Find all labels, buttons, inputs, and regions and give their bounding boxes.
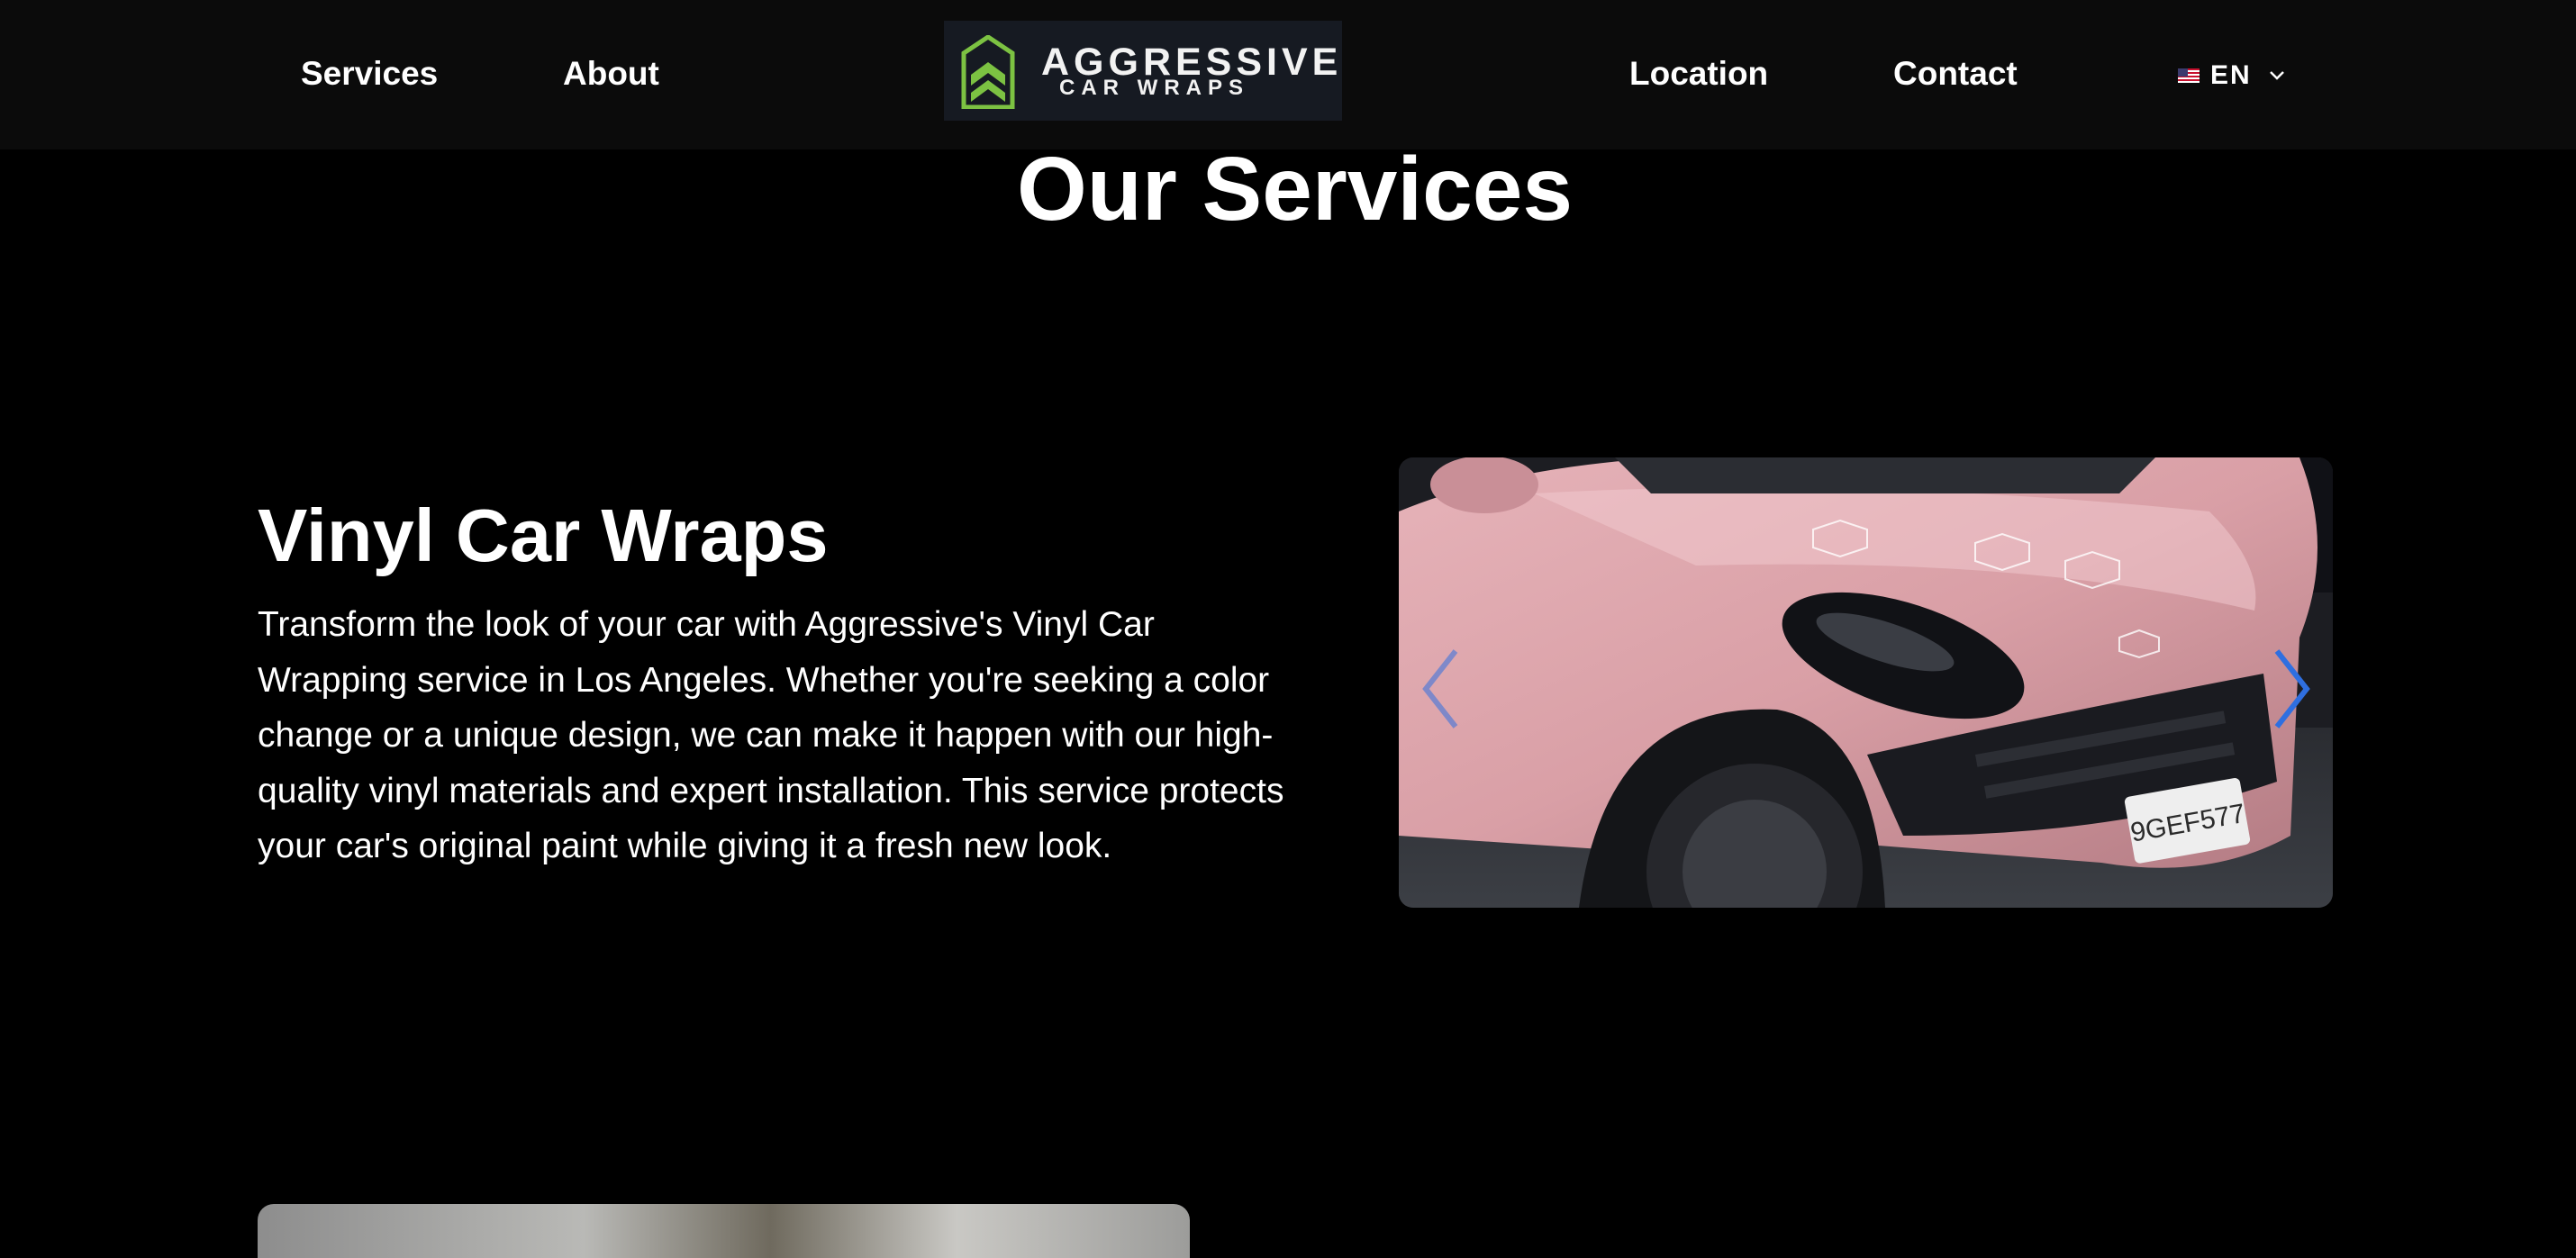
language-selector[interactable]: EN bbox=[2178, 58, 2286, 94]
next-service-image bbox=[258, 1204, 1190, 1258]
nav-contact-link[interactable]: Contact bbox=[1893, 50, 2018, 97]
logo-subtitle: CAR WRAPS bbox=[1059, 76, 1249, 100]
service-title: Vinyl Car Wraps bbox=[258, 493, 829, 577]
nav-about-link[interactable]: About bbox=[563, 50, 659, 97]
us-flag-icon bbox=[2178, 68, 2200, 83]
service-description: Transform the look of your car with Aggr… bbox=[258, 605, 1284, 865]
nav-services-link[interactable]: Services bbox=[301, 50, 438, 97]
chevron-down-icon bbox=[2269, 71, 2284, 80]
page-title: Our Services bbox=[1016, 139, 1574, 240]
service-image-carousel[interactable]: 9GEF577 bbox=[1399, 457, 2333, 908]
pink-porsche-photo: 9GEF577 bbox=[1399, 457, 2333, 908]
chevron-shield-logo-icon bbox=[961, 35, 1015, 109]
site-header: Services About AGGRESSIVE CAR WRAPS Loca… bbox=[0, 0, 2576, 149]
language-code: EN bbox=[2210, 60, 2252, 90]
carousel-prev-arrow-icon[interactable] bbox=[1415, 644, 1469, 734]
nav-location-link[interactable]: Location bbox=[1629, 50, 1768, 97]
carousel-next-arrow-icon[interactable] bbox=[2263, 644, 2317, 734]
site-logo[interactable]: AGGRESSIVE CAR WRAPS bbox=[944, 21, 1342, 121]
